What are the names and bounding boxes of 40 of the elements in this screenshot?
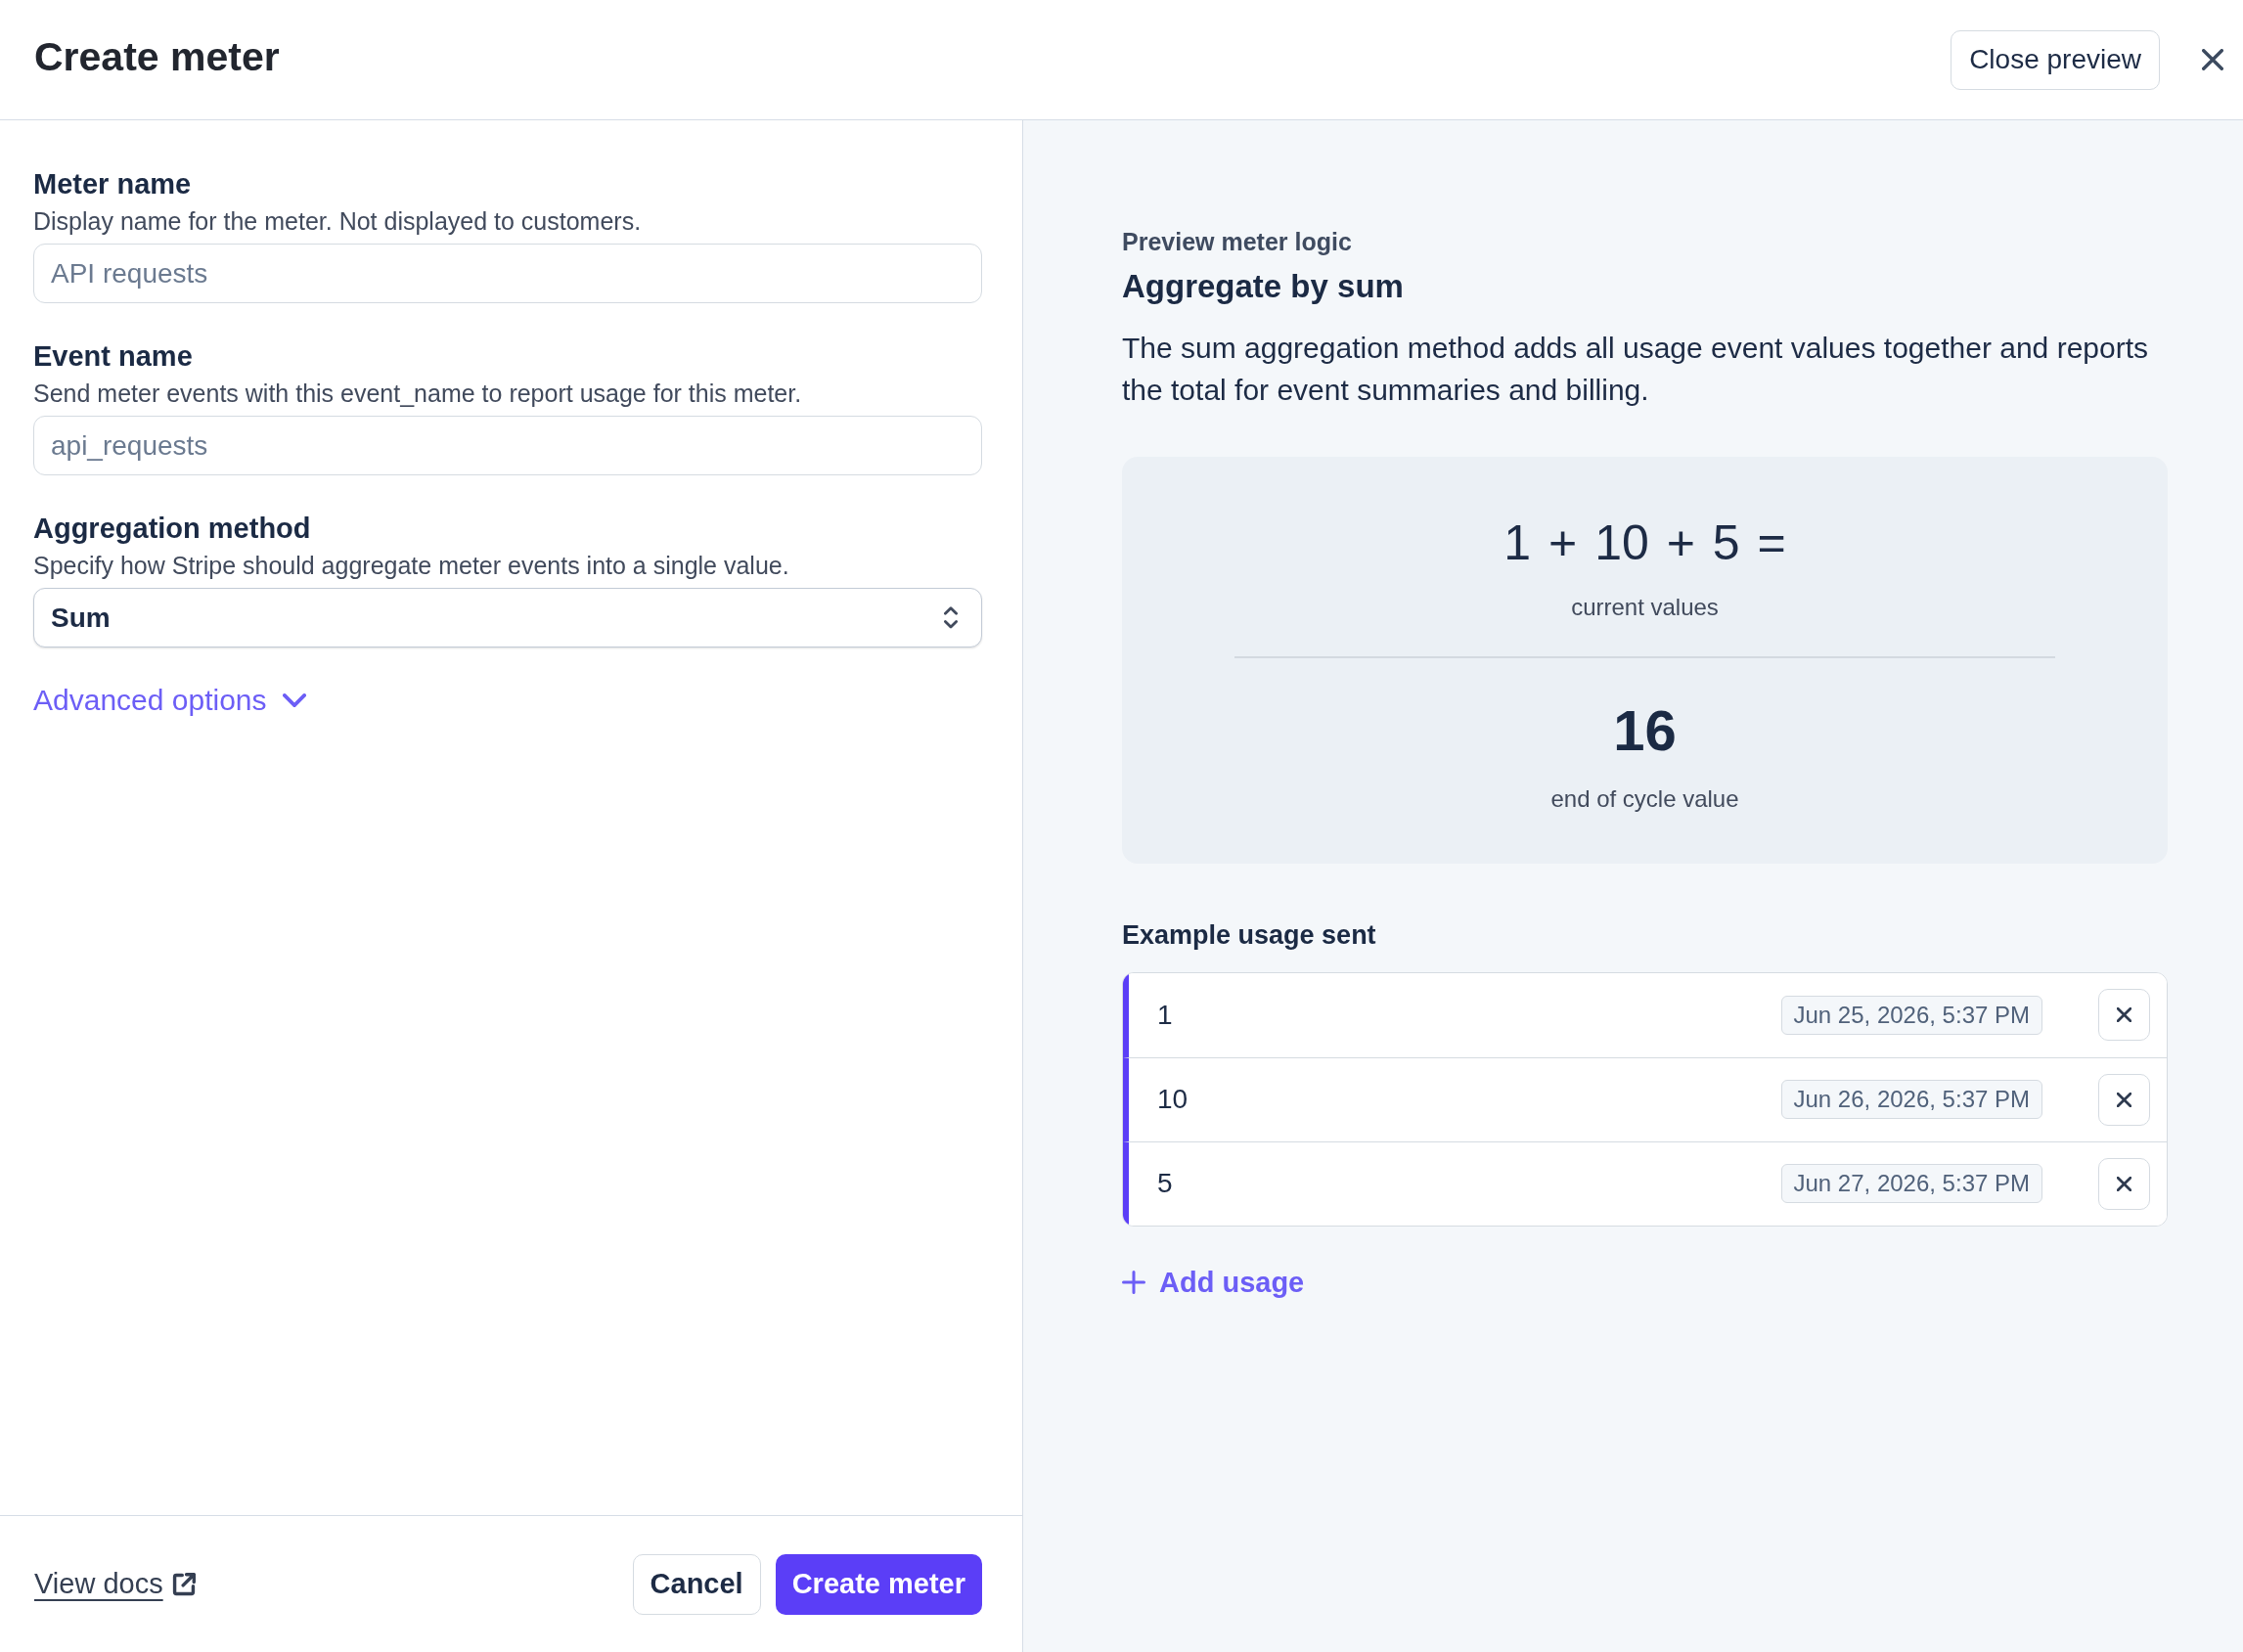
- external-link-icon: [171, 1572, 196, 1596]
- field-description: Send meter events with this event_name to report usage for this meter.: [33, 379, 803, 409]
- close-preview-button[interactable]: Close preview: [1951, 29, 2160, 90]
- close-icon: [2117, 1176, 2131, 1191]
- timestamp-field[interactable]: Jun 26, 2026, 5:37 PM: [1780, 1080, 2042, 1119]
- usage-heading: Example usage sent: [1122, 918, 1377, 952]
- usage-value: 5: [1157, 1168, 1174, 1199]
- expression-caption: current values: [1571, 593, 1719, 622]
- dialog-title: Create meter: [34, 33, 281, 80]
- close-icon: [2117, 1092, 2131, 1107]
- remove-button[interactable]: [2098, 1073, 2150, 1126]
- sum-expression: 1 + 10 + 5 =: [1503, 515, 1786, 570]
- advanced-options-toggle[interactable]: Advanced options: [33, 683, 306, 718]
- plus-icon: [1122, 1270, 1145, 1294]
- remove-button[interactable]: [2098, 989, 2150, 1041]
- result-value: 16: [1613, 698, 1677, 762]
- field-label: Meter name: [33, 167, 193, 201]
- close-icon[interactable]: [2202, 49, 2223, 70]
- preview-label: Preview meter logic: [1122, 227, 1353, 256]
- select-dropdown[interactable]: Sum: [33, 588, 982, 647]
- cancel-button[interactable]: Cancel: [632, 1553, 761, 1615]
- remove-button[interactable]: [2098, 1157, 2150, 1210]
- result-caption: end of cycle value: [1550, 783, 1739, 814]
- field-label: Aggregation method: [33, 512, 312, 546]
- usage-value: 10: [1157, 1084, 1189, 1115]
- usage-value: 1: [1157, 999, 1174, 1031]
- preview-description: The sum aggregation method adds all usage event values together and reports the total for event summaries and billing.: [1122, 331, 2149, 408]
- text-input[interactable]: api_requests: [33, 416, 982, 475]
- text-input[interactable]: API requests: [33, 244, 982, 303]
- timestamp-field[interactable]: Jun 25, 2026, 5:37 PM: [1780, 995, 2042, 1035]
- close-icon: [2117, 1007, 2131, 1022]
- chevron-up-down-icon: [944, 606, 958, 629]
- timestamp-field[interactable]: Jun 27, 2026, 5:37 PM: [1780, 1164, 2042, 1203]
- add-usage-button[interactable]: Add usage: [1122, 1264, 1305, 1300]
- field-label: Event name: [33, 339, 194, 374]
- submit-button[interactable]: Create meter: [775, 1553, 982, 1615]
- preview-title: Aggregate by sum: [1122, 267, 1405, 306]
- field-description: Specify how Stripe should aggregate meter events into a single value.: [33, 551, 790, 581]
- field-description: Display name for the meter. Not displayed to customers.: [33, 206, 643, 237]
- docs-link[interactable]: View docs: [34, 1568, 196, 1600]
